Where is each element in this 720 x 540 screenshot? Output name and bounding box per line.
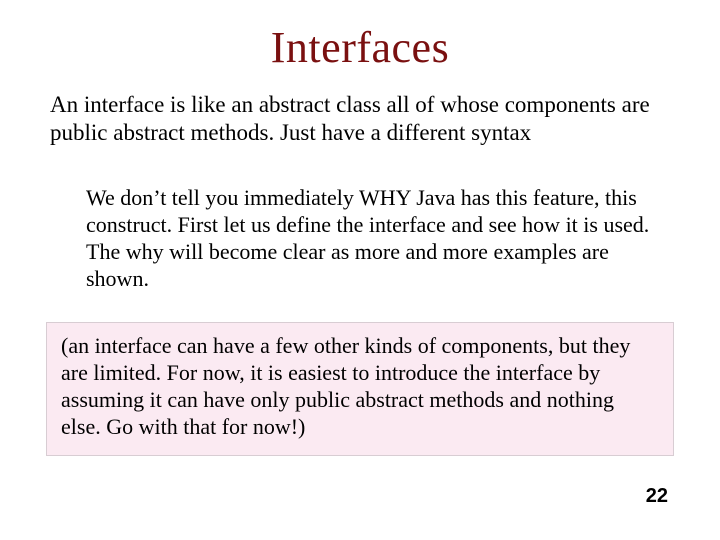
note-box: (an interface can have a few other kinds… [46, 322, 674, 455]
page-number: 22 [646, 485, 668, 508]
slide-title: Interfaces [0, 0, 720, 91]
note-text: (an interface can have a few other kinds… [61, 333, 630, 438]
lead-paragraph: An interface is like an abstract class a… [50, 91, 670, 147]
explanation-paragraph: We don’t tell you immediately WHY Java h… [86, 185, 650, 292]
slide: Interfaces An interface is like an abstr… [0, 0, 720, 540]
